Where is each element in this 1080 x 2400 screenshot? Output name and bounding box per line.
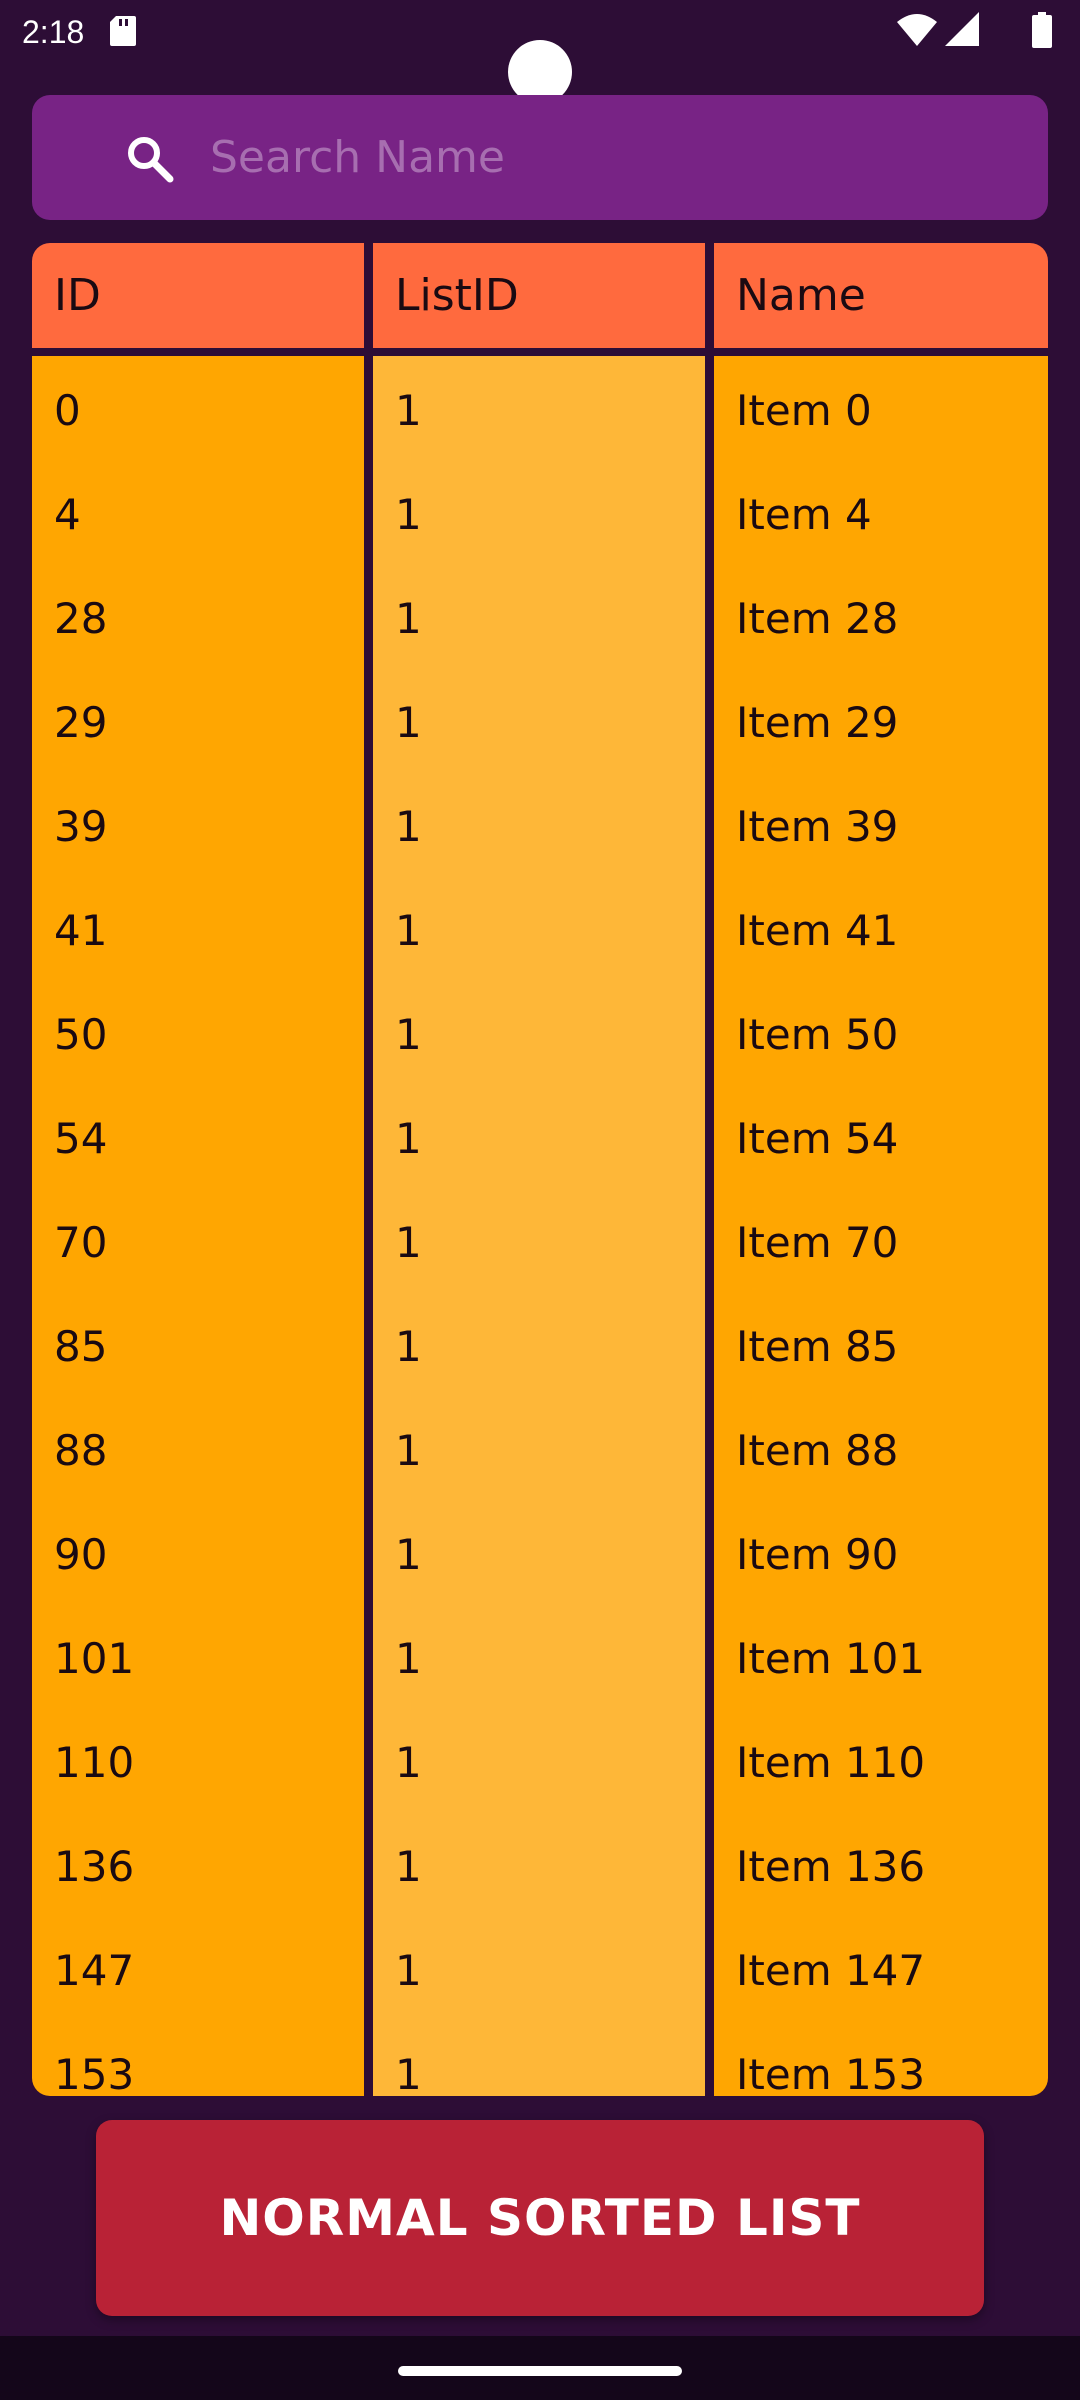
cell-listid[interactable]: 1 xyxy=(373,1604,705,1708)
cell-listid[interactable]: 1 xyxy=(373,1188,705,1292)
cell-listid[interactable]: 1 xyxy=(373,356,705,460)
cell-listid[interactable]: 1 xyxy=(373,1084,705,1188)
column-header-name[interactable]: Name xyxy=(714,243,1048,356)
cell-name[interactable]: Item 136 xyxy=(714,1812,1048,1916)
cell-listid[interactable]: 1 xyxy=(373,772,705,876)
cell-listid[interactable]: 1 xyxy=(373,668,705,772)
cell-name[interactable]: Item 39 xyxy=(714,772,1048,876)
cell-listid[interactable]: 1 xyxy=(373,1292,705,1396)
cell-id[interactable]: 88 xyxy=(32,1396,364,1500)
column-body-name: Item 0 Item 4 Item 28 Item 29 Item 39 Item 41… xyxy=(714,356,1048,2096)
cell-id[interactable]: 54 xyxy=(32,1084,364,1188)
cell-name[interactable]: Item 85 xyxy=(714,1292,1048,1396)
cell-id[interactable]: 90 xyxy=(32,1500,364,1604)
search-icon[interactable] xyxy=(124,133,176,185)
navigation-bar xyxy=(0,2336,1080,2400)
cell-name[interactable]: Item 101 xyxy=(714,1604,1048,1708)
cell-id[interactable]: 101 xyxy=(32,1604,364,1708)
cell-listid[interactable]: 1 xyxy=(373,1812,705,1916)
cell-id[interactable]: 110 xyxy=(32,1708,364,1812)
cell-name[interactable]: Item 153 xyxy=(714,2020,1048,2096)
cell-listid[interactable]: 1 xyxy=(373,1500,705,1604)
cell-name[interactable]: Item 90 xyxy=(714,1500,1048,1604)
cell-id[interactable]: 153 xyxy=(32,2020,364,2096)
home-gesture-bar[interactable] xyxy=(398,2366,682,2376)
column-id: ID 0 4 28 29 39 41 50 54 70 85 88 90 101 110 136 147 153 xyxy=(32,243,364,2096)
cell-id[interactable]: 29 xyxy=(32,668,364,772)
cell-id[interactable]: 0 xyxy=(32,356,364,460)
column-name: Name Item 0 Item 4 Item 28 Item 29 Item 39 It… xyxy=(714,243,1048,2096)
normal-sorted-list-button[interactable]: NORMAL SORTED LIST xyxy=(96,2120,984,2316)
column-body-listid: 11111111111111111 xyxy=(373,356,705,2096)
cell-listid[interactable]: 1 xyxy=(373,564,705,668)
cell-listid[interactable]: 1 xyxy=(373,460,705,564)
cell-id[interactable]: 70 xyxy=(32,1188,364,1292)
cell-id[interactable]: 50 xyxy=(32,980,364,1084)
cell-id[interactable]: 136 xyxy=(32,1812,364,1916)
cell-name[interactable]: Item 54 xyxy=(714,1084,1048,1188)
data-table: ID 0 4 28 29 39 41 50 54 70 85 88 90 101 110 136 147 153… xyxy=(32,243,1048,2096)
cell-listid[interactable]: 1 xyxy=(373,980,705,1084)
column-header-listid[interactable]: ListID xyxy=(373,243,705,356)
column-header-id[interactable]: ID xyxy=(32,243,364,356)
search-input[interactable] xyxy=(210,121,1010,193)
cell-id[interactable]: 39 xyxy=(32,772,364,876)
cell-name[interactable]: Item 4 xyxy=(714,460,1048,564)
cell-name[interactable]: Item 41 xyxy=(714,876,1048,980)
cell-id[interactable]: 85 xyxy=(32,1292,364,1396)
cell-name[interactable]: Item 0 xyxy=(714,356,1048,460)
cell-id[interactable]: 4 xyxy=(32,460,364,564)
column-listid: ListID 11111111111111111 xyxy=(373,243,705,2096)
cell-listid[interactable]: 1 xyxy=(373,1708,705,1812)
column-body-id: 0 4 28 29 39 41 50 54 70 85 88 90 101 110 136 147 153 xyxy=(32,356,364,2096)
cell-name[interactable]: Item 29 xyxy=(714,668,1048,772)
cell-name[interactable]: Item 50 xyxy=(714,980,1048,1084)
cell-listid[interactable]: 1 xyxy=(373,1916,705,2020)
sd-card-icon xyxy=(110,16,136,46)
cell-id[interactable]: 41 xyxy=(32,876,364,980)
cell-name[interactable]: Item 70 xyxy=(714,1188,1048,1292)
cell-name[interactable]: Item 88 xyxy=(714,1396,1048,1500)
cell-name[interactable]: Item 28 xyxy=(714,564,1048,668)
status-time: 2:18 xyxy=(22,14,85,50)
search-bar[interactable] xyxy=(32,95,1048,220)
cell-name[interactable]: Item 147 xyxy=(714,1916,1048,2020)
cell-name[interactable]: Item 110 xyxy=(714,1708,1048,1812)
cell-listid[interactable]: 1 xyxy=(373,876,705,980)
cell-id[interactable]: 147 xyxy=(32,1916,364,2020)
cell-listid[interactable]: 1 xyxy=(373,2020,705,2096)
cell-listid[interactable]: 1 xyxy=(373,1396,705,1500)
cell-id[interactable]: 28 xyxy=(32,564,364,668)
